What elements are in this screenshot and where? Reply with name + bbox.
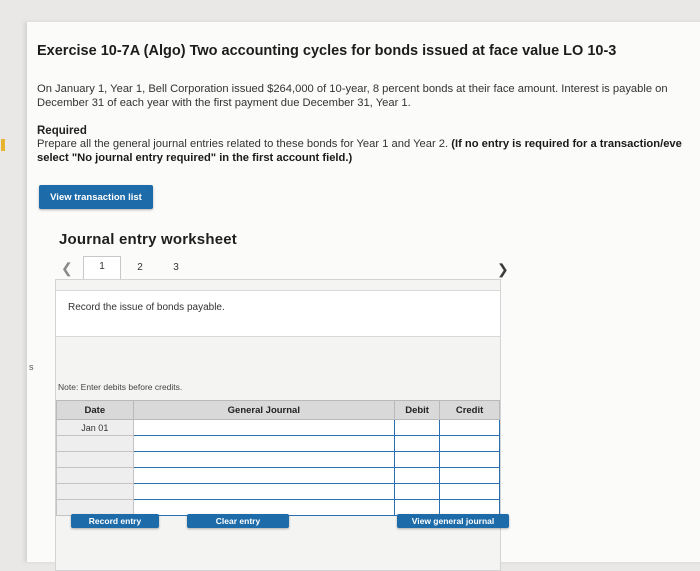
view-general-journal-button[interactable]: View general journal xyxy=(397,514,509,528)
chevron-left-icon[interactable]: ❮ xyxy=(61,260,73,277)
debit-field[interactable] xyxy=(394,419,441,436)
instruction-emphasis: (If no entry is required for a transacti… xyxy=(451,138,682,150)
date-header: Date xyxy=(56,400,134,420)
general-journal-header: General Journal xyxy=(132,400,396,420)
clear-entry-button[interactable]: Clear entry xyxy=(187,514,289,528)
credit-field[interactable] xyxy=(439,483,500,500)
debit-field[interactable] xyxy=(394,435,441,452)
record-prompt: Record the issue of bonds payable. xyxy=(68,302,225,313)
credit-header: Credit xyxy=(439,400,500,420)
date-cell xyxy=(56,467,134,484)
table-row xyxy=(56,451,500,468)
credit-field[interactable] xyxy=(439,419,500,436)
chevron-right-icon[interactable]: ❯ xyxy=(497,261,509,278)
record-entry-button[interactable]: Record entry xyxy=(71,514,159,528)
date-cell xyxy=(56,451,134,468)
required-label: Required xyxy=(37,125,87,137)
credit-field[interactable] xyxy=(439,467,500,484)
account-field[interactable] xyxy=(132,435,396,452)
exercise-title: Exercise 10-7A (Algo) Two accounting cyc… xyxy=(37,43,617,59)
description-line-2: December 31 of each year with the first … xyxy=(37,96,411,109)
debit-header: Debit xyxy=(394,400,441,420)
account-field[interactable] xyxy=(132,451,396,468)
record-prompt-box: Record the issue of bonds payable. xyxy=(56,290,500,337)
description-line-1: On January 1, Year 1, Bell Corporation i… xyxy=(37,83,668,95)
required-instructions: Prepare all the general journal entries … xyxy=(37,138,682,165)
required-marker xyxy=(1,139,5,151)
journal-header-row: Date General Journal Debit Credit xyxy=(56,400,500,420)
date-cell xyxy=(56,435,134,452)
instruction-line-1: Prepare all the general journal entries … xyxy=(37,138,682,152)
credit-field[interactable] xyxy=(439,451,500,468)
debit-field[interactable] xyxy=(394,451,441,468)
account-field[interactable] xyxy=(132,467,396,484)
date-cell: Jan 01 xyxy=(56,419,134,436)
account-field[interactable] xyxy=(132,419,396,436)
account-field[interactable] xyxy=(132,483,396,500)
debit-field[interactable] xyxy=(394,483,441,500)
tab-2[interactable]: 2 xyxy=(133,262,147,273)
credit-field[interactable] xyxy=(439,435,500,452)
instruction-emphasis-2: select "No journal entry required" in th… xyxy=(37,151,353,164)
worksheet-title: Journal entry worksheet xyxy=(59,231,237,248)
entry-note: Note: Enter debits before credits. xyxy=(58,382,183,392)
view-transaction-list-button[interactable]: View transaction list xyxy=(39,185,153,209)
table-row: Jan 01 xyxy=(56,419,500,436)
table-row xyxy=(56,435,500,452)
date-cell xyxy=(56,483,134,500)
exercise-description: On January 1, Year 1, Bell Corporation i… xyxy=(37,83,668,110)
tab-3[interactable]: 3 xyxy=(169,262,183,273)
instruction-line-2: select "No journal entry required" in th… xyxy=(37,152,682,166)
debit-field[interactable] xyxy=(394,467,441,484)
table-row xyxy=(56,483,500,500)
table-row xyxy=(56,467,500,484)
journal-table: Date General Journal Debit Credit Jan 01 xyxy=(56,400,500,516)
margin-mark: s xyxy=(29,362,34,372)
exercise-page: s Exercise 10-7A (Algo) Two accounting c… xyxy=(1,22,700,571)
tab-1[interactable]: 1 xyxy=(83,256,121,281)
instruction-text: Prepare all the general journal entries … xyxy=(37,138,452,150)
